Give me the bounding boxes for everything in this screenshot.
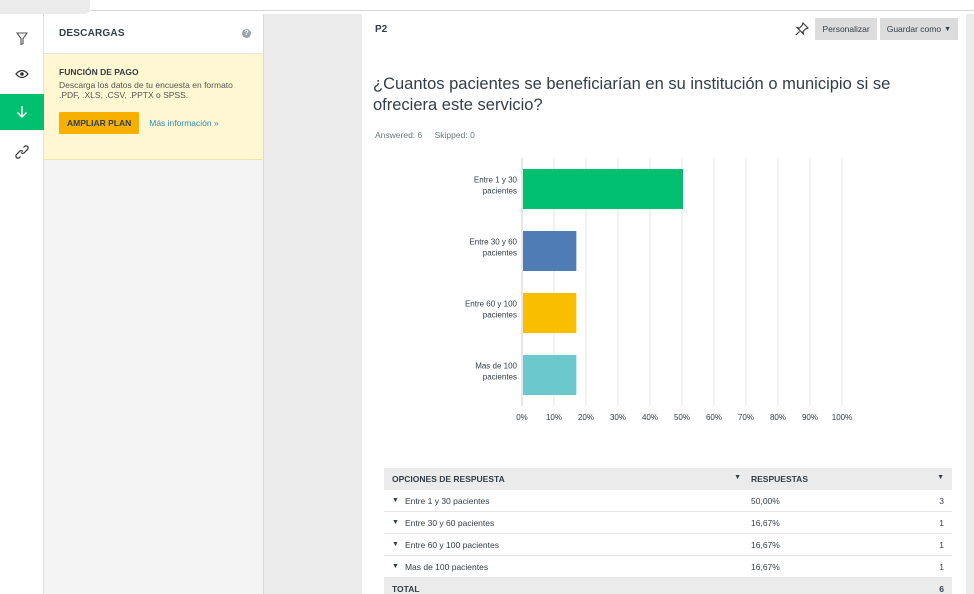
caret-down-icon[interactable]: ▼ (392, 563, 399, 570)
answer-option: ▼ Entre 60 y 100 pacientes (384, 540, 751, 550)
answer-label: Entre 1 y 30 pacientes (404, 495, 490, 506)
more-info-link[interactable]: Más información » (149, 118, 218, 128)
answer-label: Mas de 100 pacientes (404, 561, 489, 572)
share-link-button[interactable] (0, 134, 44, 170)
answer-label: Entre 60 y 100 pacientes (404, 539, 499, 550)
eye-icon (15, 69, 29, 79)
x-tick-label: 40% (642, 413, 658, 422)
x-tick-label: 80% (770, 413, 786, 422)
x-tick-label: 0% (516, 413, 528, 422)
caret-down-icon: ▼ (944, 25, 951, 33)
x-tick-label: 20% (578, 413, 594, 422)
responses-table: OPCIONES DE RESPUESTA ▼ RESPUESTAS ▼ ▼ En… (384, 468, 952, 594)
bar (523, 293, 577, 333)
promo-title: FUNCIÓN DE PAGO (59, 67, 139, 77)
question-text: ¿Cuantos pacientes se beneficiarían en s… (373, 75, 891, 114)
answer-label: Entre 30 y 60 pacientes (404, 517, 495, 528)
bar-chart: Entre 1 y 30 pacientes Entre 30 y 60 pacien… (465, 158, 852, 422)
x-tick-label: 60% (706, 413, 722, 422)
view-button[interactable] (0, 56, 44, 92)
caret-down-icon: ▼ (937, 474, 944, 481)
save-as-button[interactable]: Guardar como ▼ (879, 18, 958, 40)
category-label: pacientes (483, 187, 517, 196)
promo-description: Descarga los datos de tu encuesta en for… (59, 80, 233, 100)
answered-count: Answered: 6 (375, 130, 423, 140)
answer-count: 1 (939, 539, 944, 550)
answer-percent: 16,67% (751, 517, 780, 528)
answer-count: 3 (939, 495, 944, 506)
response-chart: Entre 1 y 30 pacientes Entre 30 y 60 pacien… (362, 154, 966, 444)
tab-edge (0, 0, 90, 14)
caret-down-icon: ▼ (734, 474, 741, 481)
category-label: pacientes (483, 311, 517, 320)
table-row[interactable]: ▼ Mas de 100 pacientes 16,67% 1 (384, 556, 952, 578)
pin-icon (795, 22, 810, 36)
x-tick-label: 100% (832, 413, 852, 422)
customize-button[interactable]: Personalizar (815, 18, 877, 40)
top-divider (90, 10, 974, 11)
caret-down-icon[interactable]: ▼ (392, 519, 399, 526)
answer-percent: 50,00% (751, 495, 780, 506)
category-label: pacientes (483, 373, 517, 382)
table-row[interactable]: ▼ Entre 60 y 100 pacientes 16,67% 1 (384, 534, 952, 556)
responses-column-header[interactable]: RESPUESTAS ▼ (751, 474, 952, 484)
card-toolbar: Personalizar Guardar como ▼ (792, 18, 958, 40)
answer-percent: 16,67% (751, 561, 780, 572)
answer-count: 1 (939, 561, 944, 572)
answer-count: 1 (939, 517, 944, 528)
answer-option: ▼ Entre 1 y 30 pacientes (384, 496, 751, 506)
question-number: P2 (375, 24, 388, 35)
download-icon (17, 106, 27, 118)
caret-down-icon[interactable]: ▼ (392, 497, 399, 504)
x-tick-label: 70% (738, 413, 754, 422)
answer-percent: 16,67% (751, 539, 780, 550)
answer-option: ▼ Mas de 100 pacientes (384, 562, 751, 572)
options-column-header[interactable]: OPCIONES DE RESPUESTA ▼ (384, 474, 751, 484)
pin-button[interactable] (792, 18, 813, 40)
caret-down-icon[interactable]: ▼ (392, 541, 399, 548)
category-label: Mas de 100 (475, 362, 517, 371)
table-body: ▼ Entre 1 y 30 pacientes 50,00% 3 ▼ Entre 30 … (384, 490, 952, 578)
answer-option: ▼ Entre 30 y 60 pacientes (384, 518, 751, 528)
bar (523, 169, 683, 209)
options-column-label: OPCIONES DE RESPUESTA (392, 474, 505, 484)
paid-feature-promo: FUNCIÓN DE PAGO Descarga los datos de tu… (44, 54, 263, 160)
downloads-header: DESCARGAS ? (44, 14, 263, 54)
link-icon (15, 145, 29, 159)
table-total-row: TOTAL 6 (384, 578, 952, 594)
response-summary: Answered: 6 Skipped: 0 (375, 130, 485, 140)
downloads-title: DESCARGAS (59, 28, 125, 39)
download-button[interactable] (0, 94, 44, 130)
upgrade-plan-button[interactable]: AMPLIAR PLAN (59, 112, 140, 134)
category-label: Entre 30 y 60 (469, 238, 517, 247)
x-tick-label: 50% (674, 413, 690, 422)
bar (523, 231, 577, 271)
total-count: 6 (939, 584, 944, 594)
total-label: TOTAL (392, 584, 420, 594)
bar (523, 355, 577, 395)
filter-icon (16, 31, 28, 45)
icon-rail (0, 14, 44, 594)
table-row[interactable]: ▼ Entre 1 y 30 pacientes 50,00% 3 (384, 490, 952, 512)
responses-column-label: RESPUESTAS (751, 474, 808, 484)
filter-button[interactable] (0, 20, 44, 56)
skipped-count: Skipped: 0 (434, 130, 475, 140)
promo-actions: AMPLIAR PLAN Más información » (59, 112, 251, 134)
table-header: OPCIONES DE RESPUESTA ▼ RESPUESTAS ▼ (384, 468, 952, 490)
question-card: P2 Personalizar Guardar como ▼ ¿Cuantos … (362, 14, 966, 594)
x-tick-label: 90% (802, 413, 818, 422)
category-label: Entre 1 y 30 (474, 176, 518, 185)
help-icon[interactable]: ? (242, 29, 251, 38)
category-label: Entre 60 y 100 (465, 300, 518, 309)
table-row[interactable]: ▼ Entre 30 y 60 pacientes 16,67% 1 (384, 512, 952, 534)
category-label: pacientes (483, 249, 517, 258)
x-tick-label: 10% (546, 413, 562, 422)
top-bar (0, 0, 974, 14)
x-tick-label: 30% (610, 413, 626, 422)
save-as-label: Guardar como (886, 24, 942, 34)
downloads-panel: DESCARGAS ? FUNCIÓN DE PAGO Descarga los… (44, 14, 264, 594)
